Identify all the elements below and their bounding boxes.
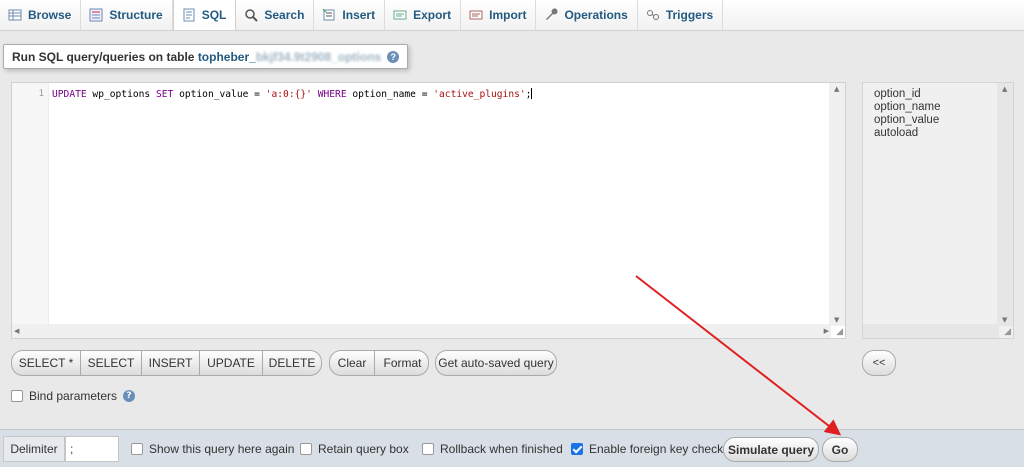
code-token: option_value = xyxy=(173,89,266,100)
tab-export[interactable]: Export xyxy=(385,0,462,30)
scroll-left-icon[interactable]: ◀ xyxy=(14,327,19,335)
tab-label: Export xyxy=(413,8,452,22)
query-options-footer: Delimiter ; Show this query here again R… xyxy=(0,429,1024,467)
update-button[interactable]: UPDATE xyxy=(200,351,263,375)
triggers-icon xyxy=(646,10,659,20)
delimiter-label: Delimiter xyxy=(3,436,65,462)
tab-label: Import xyxy=(489,8,527,22)
code-token: SET xyxy=(155,89,174,100)
scroll-up-icon[interactable]: ▲ xyxy=(1002,85,1007,93)
bind-parameters-option[interactable]: Bind parameters ? xyxy=(11,389,136,403)
browse-icon xyxy=(8,9,22,21)
show-query-option[interactable]: Show this query here again xyxy=(131,442,294,456)
tab-sql[interactable]: SQL xyxy=(172,0,237,30)
tab-search[interactable]: Search xyxy=(236,0,315,30)
sql-query-editor[interactable]: 1 UPDATE wp_options SET option_value = '… xyxy=(11,82,846,339)
tab-label: Insert xyxy=(342,8,376,22)
tab-label: Operations xyxy=(564,8,628,22)
horizontal-scrollbar[interactable] xyxy=(863,324,999,338)
show-query-checkbox[interactable] xyxy=(131,443,143,455)
get-auto-saved-query-button[interactable]: Get auto-saved query xyxy=(435,350,557,376)
retain-query-box-label: Retain query box xyxy=(318,442,409,456)
line-numbers: 1 xyxy=(12,83,49,326)
vertical-scrollbar[interactable]: ▲ ▼ xyxy=(829,83,845,326)
columns-list[interactable]: option_id option_name option_value autol… xyxy=(862,82,1014,339)
table-name: topheber_ xyxy=(197,49,256,64)
rollback-label: Rollback when finished xyxy=(440,442,563,456)
legend-text: Run SQL query/queries on table xyxy=(12,49,198,64)
bind-parameters-checkbox[interactable] xyxy=(11,390,23,402)
insert-column-button[interactable]: << xyxy=(862,350,896,376)
insert-template-buttons: SELECT * SELECT INSERT UPDATE DELETE xyxy=(11,350,322,376)
edit-buttons: Clear Format xyxy=(329,350,429,376)
sql-icon xyxy=(183,8,195,22)
line-number: 1 xyxy=(38,89,44,99)
scroll-right-icon[interactable]: ▶ xyxy=(824,327,829,335)
tab-label: Search xyxy=(264,8,305,22)
tab-label: Structure xyxy=(109,8,163,22)
retain-query-box-option[interactable]: Retain query box xyxy=(300,442,409,456)
delimiter-value: ; xyxy=(70,442,74,456)
insert-icon xyxy=(323,8,335,21)
tab-browse[interactable]: Browse xyxy=(0,0,82,30)
scroll-down-icon[interactable]: ▼ xyxy=(1002,316,1007,324)
wrench-icon xyxy=(546,8,559,20)
column-option[interactable]: autoload xyxy=(874,127,1013,140)
tab-import[interactable]: Import xyxy=(461,0,537,30)
delete-button[interactable]: DELETE xyxy=(263,351,321,375)
code-token: 'active_plugins' xyxy=(433,89,526,100)
export-icon xyxy=(393,10,407,20)
simulate-query-button[interactable]: Simulate query xyxy=(723,437,819,462)
help-icon[interactable]: ? xyxy=(123,390,136,402)
scroll-up-icon[interactable]: ▲ xyxy=(834,85,839,93)
search-icon xyxy=(245,9,259,22)
show-query-label: Show this query here again xyxy=(149,442,295,456)
tab-label: Triggers xyxy=(665,8,714,22)
vertical-scrollbar[interactable]: ▲ ▼ xyxy=(997,83,1013,326)
delimiter-input[interactable]: ; xyxy=(65,436,119,462)
tab-label: Browse xyxy=(28,8,72,22)
table-name-blurred: bkjf34.9t2908_options xyxy=(255,49,382,64)
tab-triggers[interactable]: Triggers xyxy=(638,0,724,30)
column-option[interactable]: option_value xyxy=(874,114,1013,127)
text-cursor xyxy=(531,88,533,99)
retain-query-box-checkbox[interactable] xyxy=(300,443,312,455)
horizontal-scrollbar[interactable]: ◀ ▶ xyxy=(12,324,831,338)
column-option[interactable]: option_id xyxy=(874,88,1013,101)
code-token: option_name = xyxy=(346,89,434,100)
format-button[interactable]: Format xyxy=(375,351,428,375)
tab-structure[interactable]: Structure xyxy=(81,0,173,30)
foreign-key-checks-option[interactable]: Enable foreign key checks xyxy=(571,442,729,456)
foreign-key-checks-label: Enable foreign key checks xyxy=(589,442,730,456)
clear-button[interactable]: Clear xyxy=(330,351,375,375)
help-icon[interactable]: ? xyxy=(387,50,400,63)
select-button[interactable]: SELECT xyxy=(81,351,142,375)
tab-label: SQL xyxy=(201,8,227,22)
resize-handle-icon[interactable]: ◢ xyxy=(1004,327,1011,337)
go-button[interactable]: Go xyxy=(822,437,858,462)
structure-icon xyxy=(89,8,103,22)
bind-parameters-label: Bind parameters xyxy=(29,389,118,403)
tab-bar: Browse Structure SQL Search Insert Expor… xyxy=(0,0,1024,31)
rollback-checkbox[interactable] xyxy=(422,443,434,455)
code-token: WHERE xyxy=(317,89,347,100)
scroll-down-icon[interactable]: ▼ xyxy=(834,316,839,324)
query-text[interactable]: UPDATE wp_options SET option_value = 'a:… xyxy=(52,88,533,100)
sql-query-legend: Run SQL query/queries on table topheber_… xyxy=(3,44,409,69)
code-token: 'a:0:{}' xyxy=(265,89,312,100)
rollback-option[interactable]: Rollback when finished xyxy=(422,442,563,456)
tab-insert[interactable]: Insert xyxy=(314,0,386,30)
tab-operations[interactable]: Operations xyxy=(536,0,638,30)
code-token: wp_options xyxy=(86,89,156,100)
import-icon xyxy=(469,10,483,20)
insert-button[interactable]: INSERT xyxy=(142,351,200,375)
column-option[interactable]: option_name xyxy=(874,101,1013,114)
foreign-key-checks-checkbox[interactable] xyxy=(571,443,583,455)
select-all-button[interactable]: SELECT * xyxy=(12,351,81,375)
code-token: UPDATE xyxy=(52,89,87,100)
resize-handle-icon[interactable]: ◢ xyxy=(836,327,843,337)
